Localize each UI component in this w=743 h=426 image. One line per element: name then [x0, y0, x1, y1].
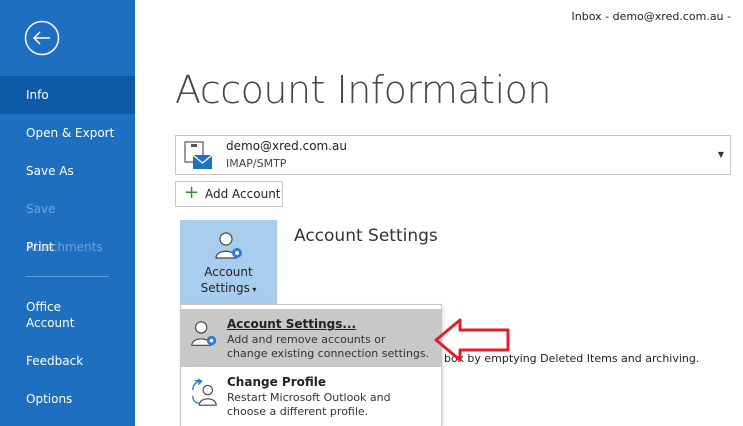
- account-settings-tile-label: Account Settings ▾: [200, 265, 257, 295]
- menu-item-change-profile[interactable]: Change Profile Restart Microsoft Outlook…: [181, 367, 441, 425]
- account-gear-icon: [191, 321, 217, 346]
- page-title: Account Information: [175, 68, 551, 112]
- change-profile-icon: [192, 378, 217, 406]
- backstage-sidebar: Info Open & Export Save As Save Attachme…: [0, 0, 135, 426]
- back-button[interactable]: [24, 20, 60, 56]
- window-title: Inbox - demo@xred.com.au -: [571, 10, 731, 23]
- nav-divider: [26, 276, 109, 277]
- account-gear-icon: [215, 232, 242, 259]
- account-type: IMAP/SMTP: [226, 157, 287, 170]
- account-selector[interactable]: demo@xred.com.au IMAP/SMTP ▼: [175, 135, 731, 175]
- menu-item-description: Restart Microsoft Outlook and choose a d…: [227, 391, 391, 418]
- menu-item-title: Change Profile: [227, 375, 326, 389]
- add-account-button[interactable]: + Add Account: [175, 181, 283, 207]
- add-account-label: Add Account: [205, 187, 281, 201]
- nav-info[interactable]: Info: [0, 76, 135, 114]
- menu-item-account-settings[interactable]: Account Settings... Add and remove accou…: [181, 309, 441, 367]
- account-settings-menu: Account Settings... Add and remove accou…: [180, 304, 442, 426]
- account-settings-heading: Account Settings: [294, 226, 438, 246]
- plus-icon: +: [184, 182, 200, 203]
- account-email: demo@xred.com.au: [226, 139, 348, 153]
- nav-open-export[interactable]: Open & Export: [0, 114, 135, 152]
- nav-options[interactable]: Options: [0, 380, 135, 418]
- nav-office-account[interactable]: Office Account: [0, 297, 135, 337]
- nav-print[interactable]: Print: [0, 228, 135, 266]
- back-arrow-icon: [24, 20, 60, 56]
- account-settings-button[interactable]: Account Settings ▾: [180, 220, 277, 304]
- red-annotation-arrow-icon: [434, 318, 510, 362]
- nav-save-as[interactable]: Save As: [0, 152, 135, 190]
- mail-account-icon: [184, 141, 213, 169]
- nav-feedback[interactable]: Feedback: [0, 342, 135, 380]
- menu-item-title: Account Settings...: [227, 317, 357, 331]
- menu-item-description: Add and remove accounts or change existi…: [227, 333, 430, 360]
- dropdown-arrow-icon[interactable]: ▼: [718, 150, 724, 159]
- nav-save-attachments: Save Attachments: [26, 202, 103, 254]
